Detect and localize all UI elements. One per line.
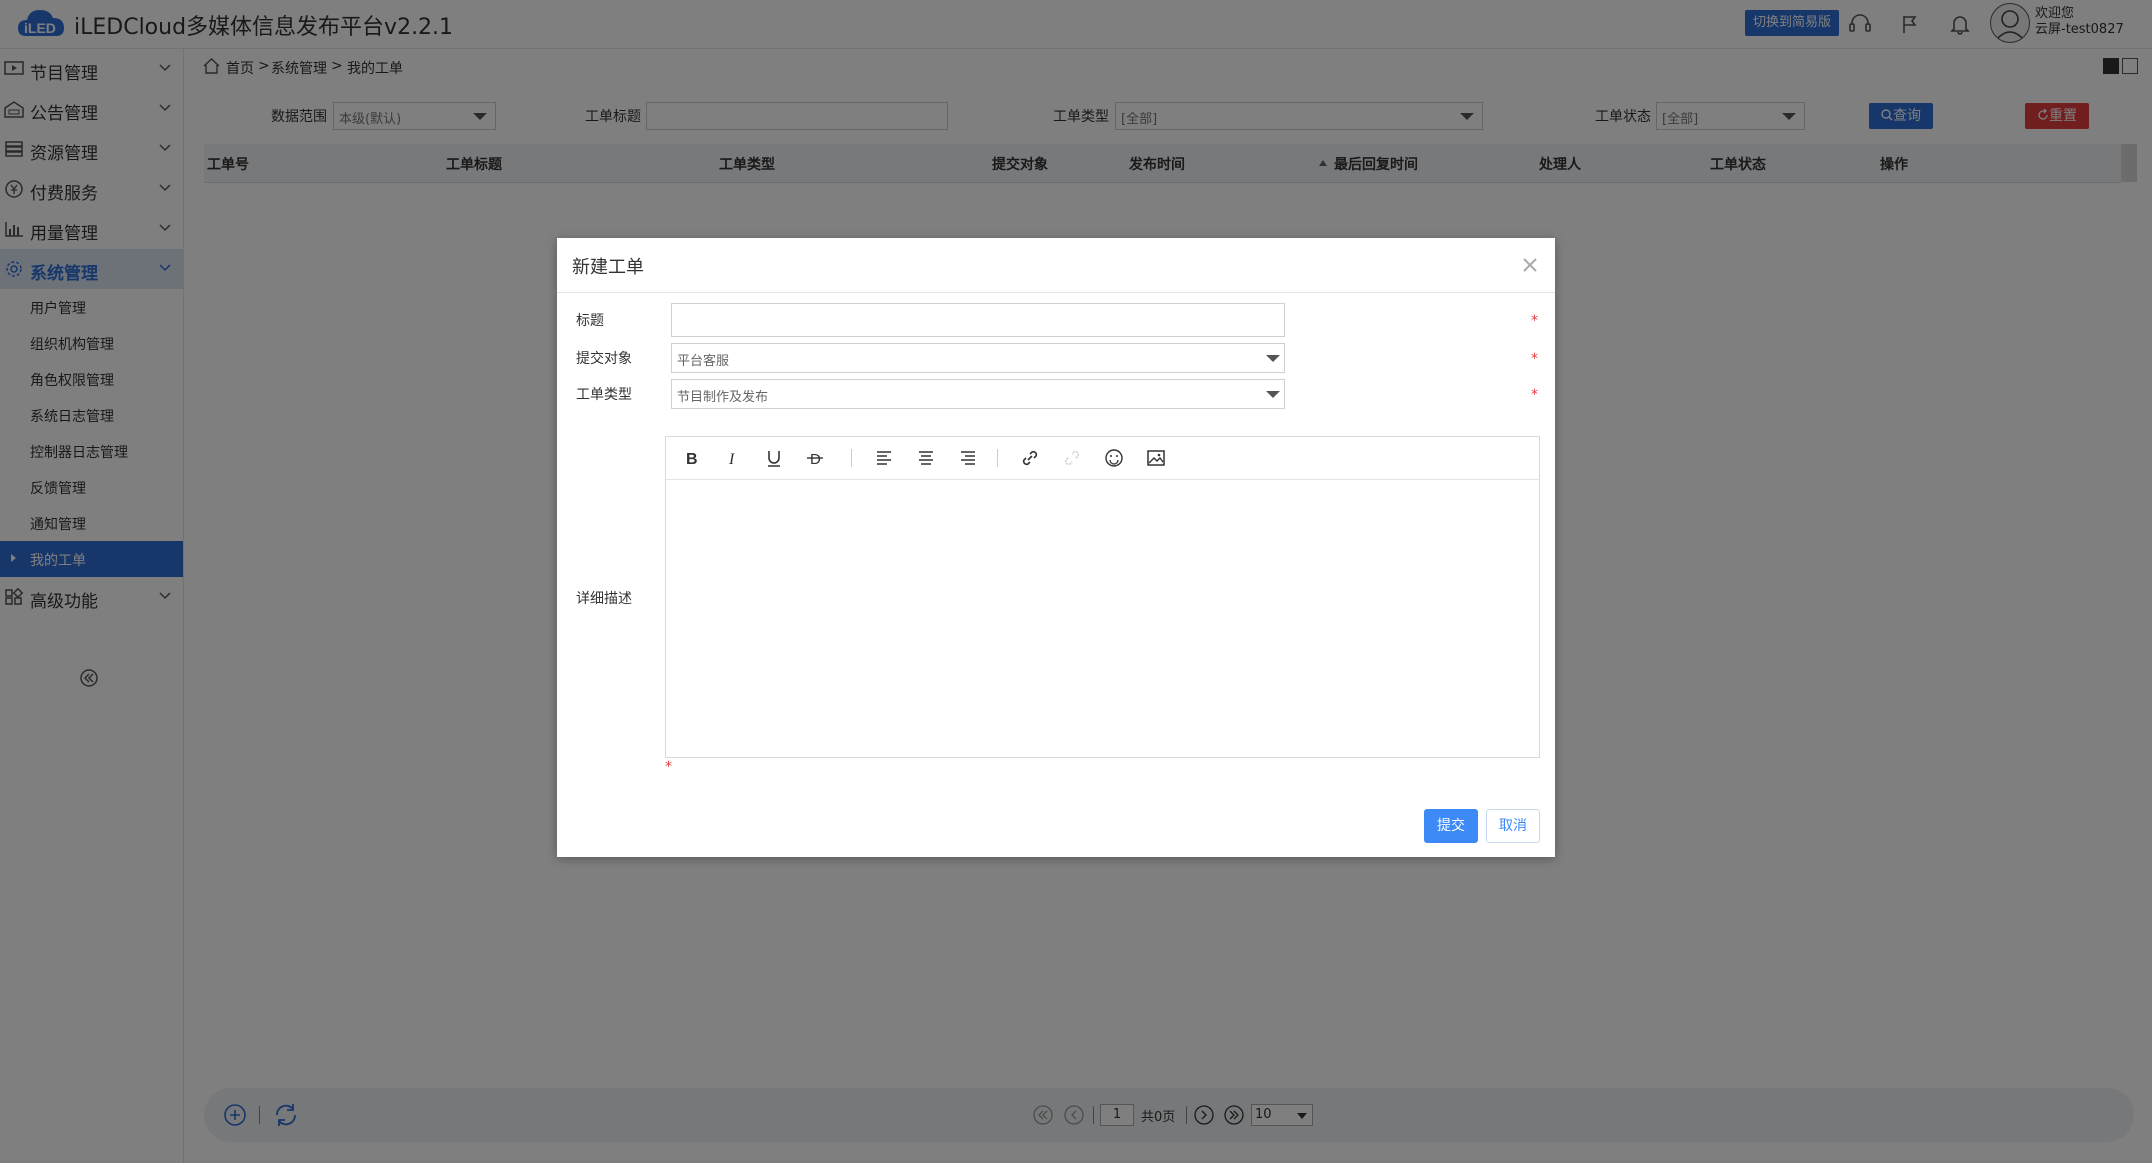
target-select[interactable]: 平台客服 <box>671 343 1285 373</box>
description-editor-area[interactable] <box>666 480 1539 757</box>
editor-toolbar: B I D <box>666 437 1539 480</box>
strikethrough-icon[interactable]: D <box>804 447 826 469</box>
rich-text-editor: B I D <box>665 436 1540 758</box>
svg-text:B: B <box>686 451 698 468</box>
svg-text:I: I <box>728 451 735 468</box>
close-icon[interactable] <box>1521 256 1539 274</box>
dropdown-arrow-icon <box>1266 355 1280 362</box>
toolbar-separator <box>997 449 998 467</box>
title-field[interactable] <box>671 303 1285 337</box>
required-mark: * <box>665 759 672 775</box>
bold-icon[interactable]: B <box>681 447 703 469</box>
description-field-label: 详细描述 <box>576 591 632 607</box>
cancel-button[interactable]: 取消 <box>1486 809 1540 843</box>
new-ticket-dialog: 新建工单 标题 * 提交对象 平台客服 * 工单类型 节目制作及发布 * 详细描… <box>557 238 1555 857</box>
required-mark: * <box>1531 387 1538 403</box>
emoji-icon[interactable] <box>1103 447 1125 469</box>
submit-button[interactable]: 提交 <box>1424 809 1478 843</box>
target-select-value: 平台客服 <box>677 354 730 369</box>
required-mark: * <box>1531 313 1538 329</box>
type-select[interactable]: 节目制作及发布 <box>671 379 1285 409</box>
align-right-icon[interactable] <box>957 447 979 469</box>
link-icon[interactable] <box>1019 447 1041 469</box>
required-mark: * <box>1531 351 1538 367</box>
align-center-icon[interactable] <box>915 447 937 469</box>
title-field-label: 标题 <box>576 313 604 329</box>
align-left-icon[interactable] <box>873 447 895 469</box>
svg-text:D: D <box>810 451 821 468</box>
type-field-label: 工单类型 <box>576 387 632 403</box>
unlink-icon[interactable] <box>1061 447 1083 469</box>
toolbar-separator <box>851 449 852 467</box>
image-icon[interactable] <box>1145 447 1167 469</box>
type-select-value: 节目制作及发布 <box>677 390 769 405</box>
italic-icon[interactable]: I <box>722 447 744 469</box>
dialog-title: 新建工单 <box>572 257 644 278</box>
dialog-header: 新建工单 <box>557 238 1555 293</box>
underline-icon[interactable] <box>763 447 785 469</box>
dropdown-arrow-icon <box>1266 391 1280 398</box>
target-field-label: 提交对象 <box>576 351 632 367</box>
